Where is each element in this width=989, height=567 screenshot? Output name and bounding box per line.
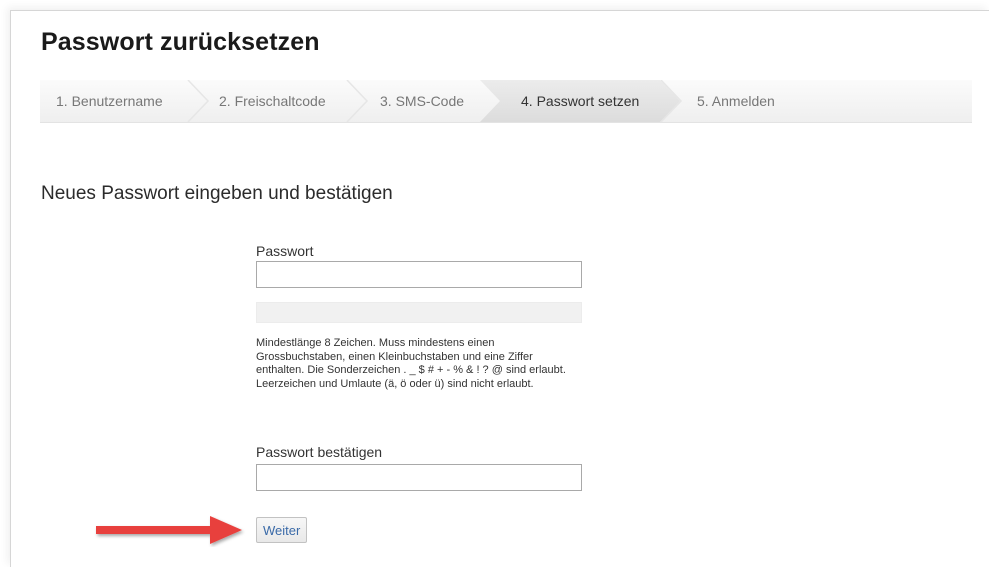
confirm-password-label: Passwort bestätigen — [256, 444, 383, 460]
step-separator-icon — [660, 80, 683, 122]
step-anmelden: 5. Anmelden — [697, 93, 775, 109]
step-benutzername: 1. Benutzername — [56, 93, 163, 109]
confirm-password-input[interactable] — [256, 464, 582, 491]
step-passwort-setzen: 4. Passwort setzen — [521, 93, 640, 109]
weiter-button[interactable]: Weiter — [256, 517, 308, 543]
password-requirements-text: Mindestlänge 8 Zeichen. Muss mindestens … — [256, 337, 566, 390]
password-label: Passwort — [256, 243, 314, 259]
red-arrow-icon — [96, 516, 242, 544]
page-title: Passwort zurücksetzen — [41, 28, 320, 56]
step-separator-icon — [346, 80, 369, 122]
step-sms-code: 3. SMS-Code — [380, 93, 465, 109]
step-freischaltcode: 2. Freischaltcode — [219, 93, 326, 109]
section-heading: Neues Passwort eingeben und bestätigen — [41, 183, 393, 204]
step-separator-icon — [187, 80, 210, 122]
password-input[interactable] — [256, 261, 582, 288]
password-strength-bar — [256, 302, 582, 323]
